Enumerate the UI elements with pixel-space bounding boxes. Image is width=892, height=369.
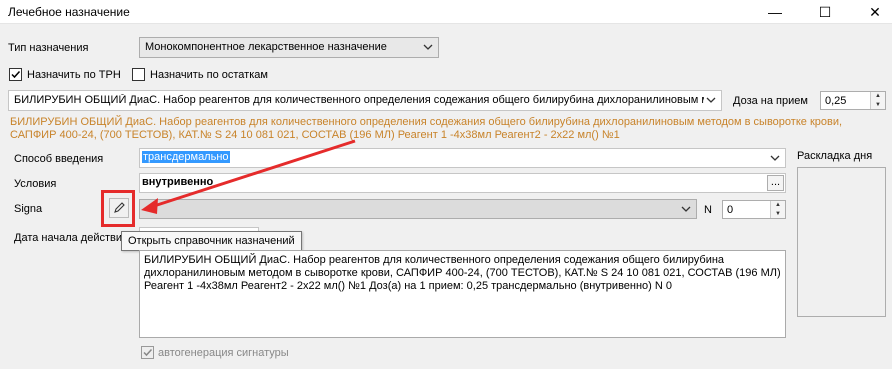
annotation-arrow (141, 139, 356, 214)
arrowhead (141, 198, 158, 214)
